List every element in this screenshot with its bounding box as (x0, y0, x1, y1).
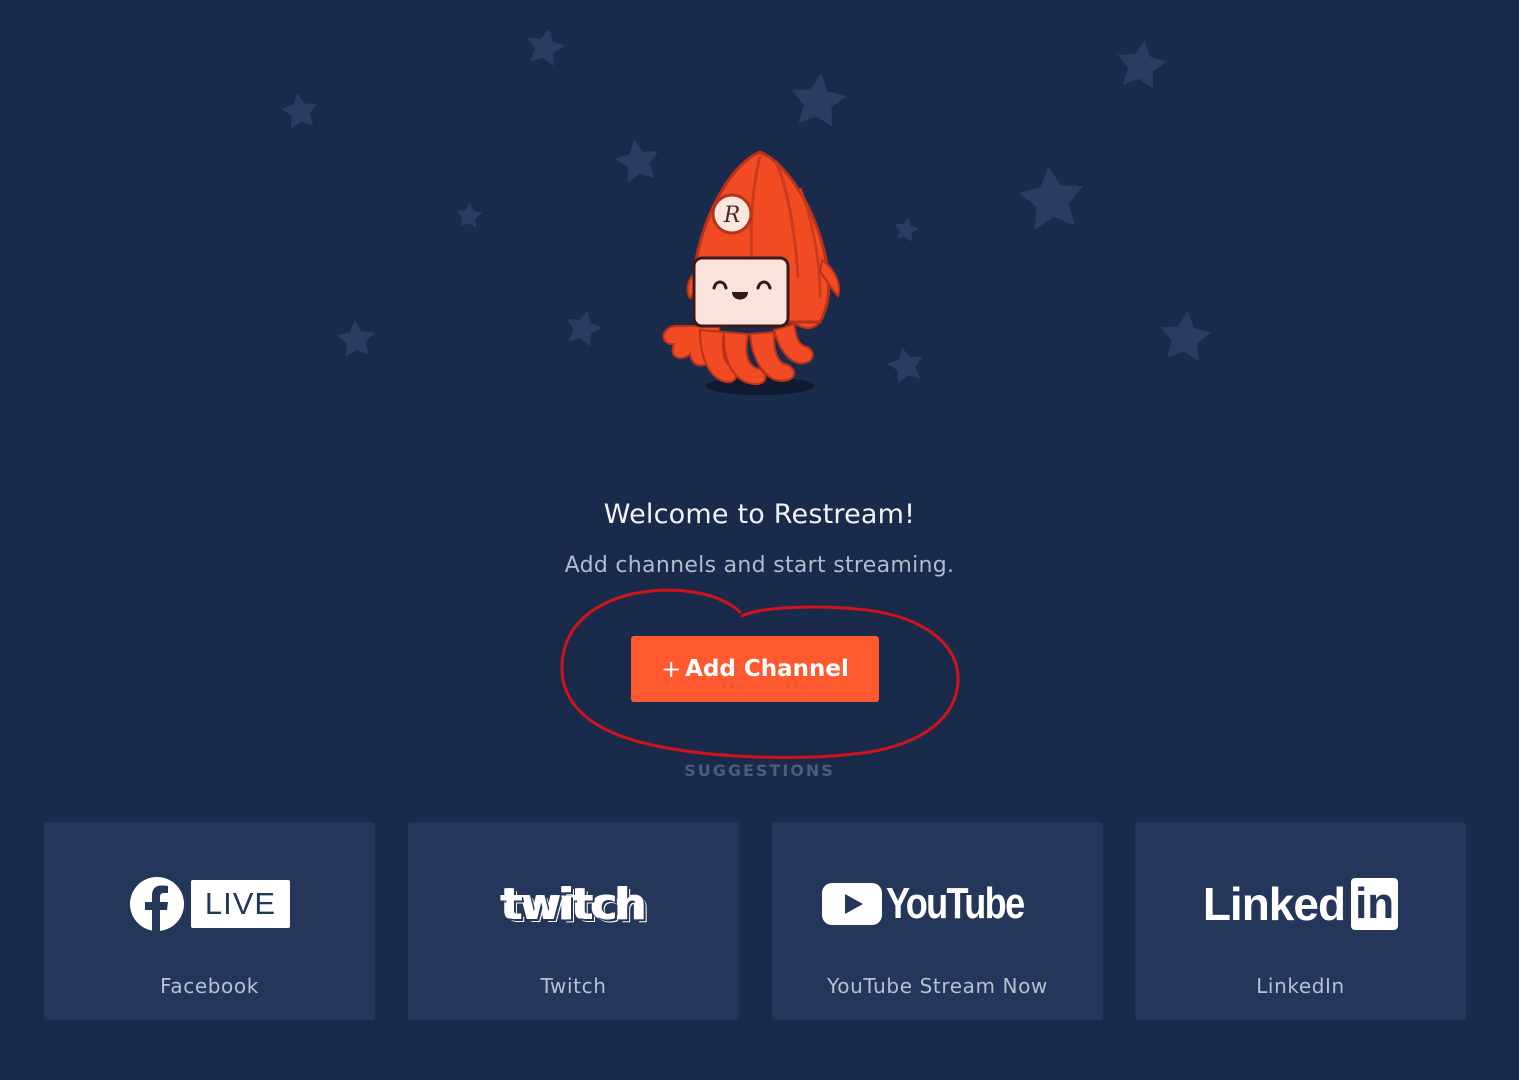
facebook-live-logo: LIVE (44, 872, 375, 936)
suggestion-card-youtube[interactable]: YouTube YouTube Stream Now (772, 822, 1103, 1020)
plus-icon: + (661, 655, 682, 683)
suggestion-card-facebook[interactable]: LIVE Facebook (44, 822, 375, 1020)
welcome-subtitle: Add channels and start streaming. (564, 553, 955, 578)
live-badge: LIVE (190, 880, 291, 928)
welcome-title: Welcome to Restream! (603, 499, 916, 530)
add-channel-button[interactable]: + Add Channel (631, 636, 879, 702)
suggestion-card-twitch[interactable]: twitch Twitch (408, 822, 739, 1020)
squid-mascot-illustration: R (662, 150, 840, 395)
suggestion-label: LinkedIn (1256, 974, 1345, 998)
suggestions-heading: SUGGESTIONS (684, 761, 835, 780)
youtube-wordmark: YouTube (885, 879, 1025, 928)
suggestion-label: YouTube Stream Now (827, 974, 1048, 998)
svg-text:R: R (723, 203, 741, 228)
twitch-wordmark: twitch (501, 878, 647, 930)
linkedin-wordmark: Linked (1202, 878, 1346, 930)
suggestion-label: Twitch (540, 974, 607, 998)
youtube-play-icon (821, 883, 882, 925)
youtube-logo: YouTube (772, 872, 1103, 936)
twitch-logo: twitch (408, 872, 739, 936)
linkedin-in-badge: in (1351, 878, 1399, 930)
suggestion-card-linkedin[interactable]: Linked in LinkedIn (1135, 822, 1466, 1020)
add-channel-label: Add Channel (685, 656, 849, 682)
suggestion-label: Facebook (160, 974, 259, 998)
restream-welcome-page: R Welcome to Restream! Add channels and … (0, 0, 1519, 1080)
facebook-icon (129, 877, 184, 932)
linkedin-logo: Linked in (1135, 872, 1466, 936)
